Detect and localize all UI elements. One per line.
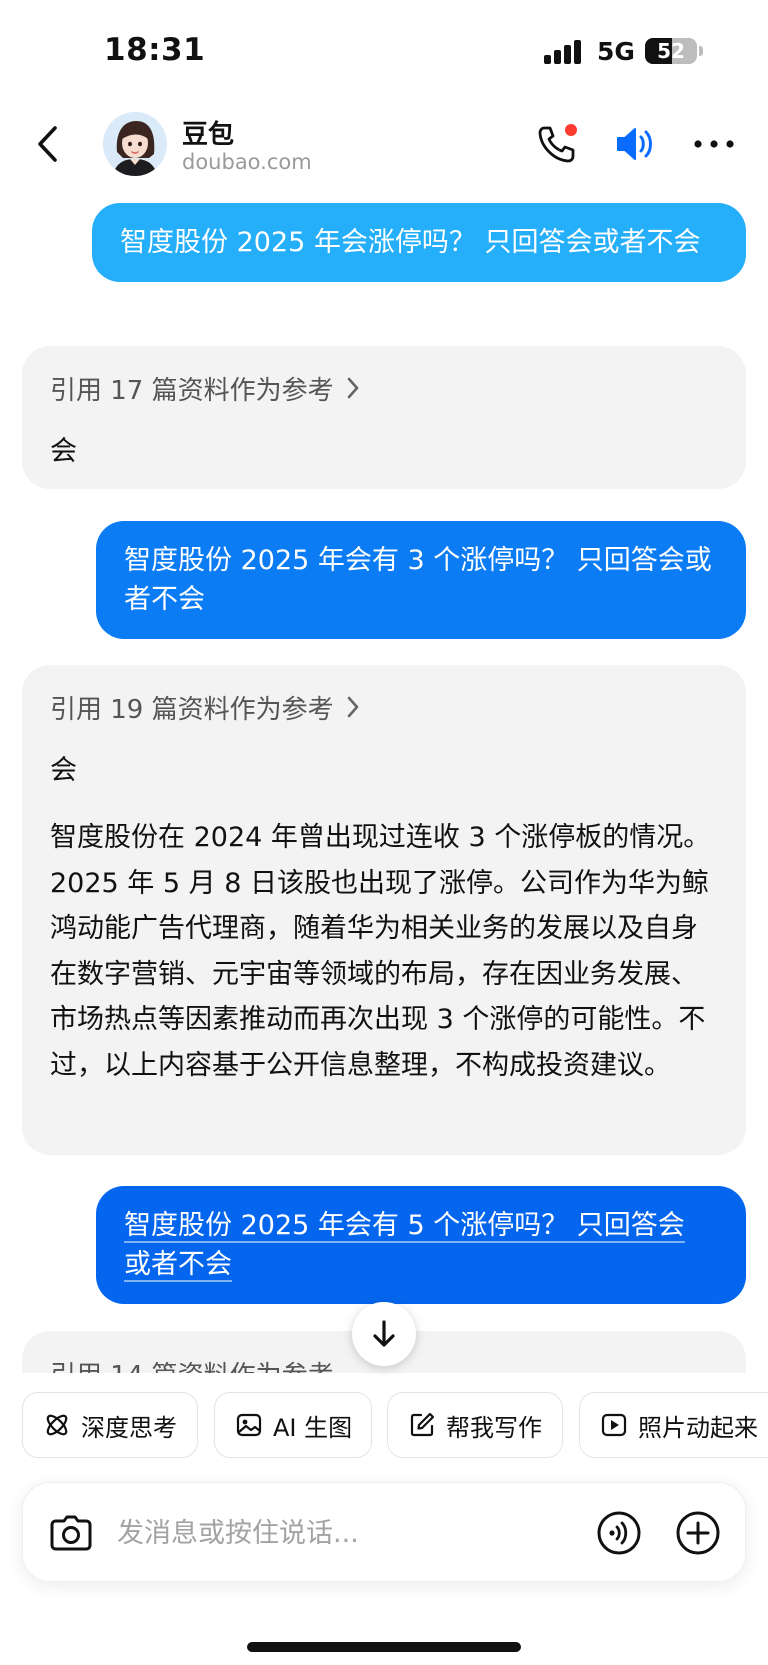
atom-icon <box>46 1414 68 1436</box>
camera-icon <box>50 1515 92 1551</box>
message-input[interactable] <box>117 1511 537 1555</box>
voice-call-icon <box>597 1511 641 1555</box>
image-icon <box>236 1413 262 1437</box>
reference-label: 引用 17 篇资料作为参考 <box>50 375 334 406</box>
camera-button[interactable] <box>47 1509 95 1557</box>
chat-header: 豆包 doubao.com <box>0 100 768 190</box>
plus-button[interactable] <box>674 1509 722 1557</box>
battery-icon: 52 <box>645 38 697 64</box>
more-icon <box>694 140 734 148</box>
quick-actions: 深度思考 AI 生图 帮我写作 照片动起来 <box>0 1392 768 1462</box>
message-text: 智度股份 2025 年会有 3 个涨停吗？ 只回答会或者不会 <box>124 545 712 615</box>
arrow-down-icon <box>373 1320 395 1347</box>
bot-name: 豆包 <box>182 120 235 150</box>
reference-link[interactable]: 引用 17 篇资料作为参考 <box>50 368 718 408</box>
chip-ai-image[interactable]: AI 生图 <box>214 1392 372 1458</box>
reference-label: 引用 19 篇资料作为参考 <box>50 694 334 725</box>
scroll-to-bottom-button[interactable] <box>352 1302 416 1366</box>
speaker-button[interactable] <box>611 120 659 168</box>
speaker-icon <box>617 128 652 160</box>
chevron-right-icon <box>346 376 360 400</box>
edit-icon <box>410 1412 435 1437</box>
user-message[interactable]: 智度股份 2025 年会有 3 个涨停吗？ 只回答会或者不会 <box>96 521 746 639</box>
status-bar: 18:31 5G 52 <box>0 0 768 100</box>
more-button[interactable] <box>690 120 738 168</box>
bot-answer: 会 <box>50 436 77 467</box>
chip-label: AI 生图 <box>273 1413 353 1442</box>
chip-label: 帮我写作 <box>446 1413 542 1442</box>
back-button[interactable] <box>28 120 68 168</box>
bot-domain: doubao.com <box>182 150 312 174</box>
message-text: 或者不会 <box>124 1249 232 1280</box>
reference-link[interactable]: 引用 19 篇资料作为参考 <box>50 687 718 727</box>
bot-detail: 智度股份在 2024 年曾出现过连收 3 个涨停板的情况。2025 年 5 月 … <box>50 822 711 1081</box>
avatar[interactable] <box>103 112 167 176</box>
call-button[interactable] <box>533 120 581 168</box>
chevron-right-icon <box>346 695 360 719</box>
message-composer <box>22 1482 746 1582</box>
chip-animate-photo[interactable]: 照片动起来 <box>579 1392 768 1458</box>
status-time: 18:31 <box>104 32 206 68</box>
play-icon <box>601 1413 627 1437</box>
battery-tip <box>699 46 703 56</box>
plus-icon <box>676 1511 720 1555</box>
bot-message[interactable]: 引用 19 篇资料作为参考 会 智度股份在 2024 年曾出现过连收 3 个涨停… <box>22 665 746 1155</box>
bot-answer: 会 <box>50 755 77 786</box>
reference-label: 引用 14 篇资料作为参考 <box>50 1355 334 1374</box>
battery-level: 52 <box>657 39 685 63</box>
chat-messages[interactable]: 智度股份 2025 年会涨停吗？ 只回答会或者不会 引用 17 篇资料作为参考 … <box>0 190 768 1373</box>
user-message[interactable]: 智度股份 2025 年会涨停吗？ 只回答会或者不会 <box>92 203 746 282</box>
message-text: 智度股份 2025 年会有 5 个涨停吗？ 只回答会 <box>124 1210 685 1241</box>
network-type: 5G <box>597 37 635 66</box>
chip-label: 深度思考 <box>81 1413 177 1442</box>
voice-call-button[interactable] <box>595 1509 643 1557</box>
chip-label: 照片动起来 <box>638 1413 758 1442</box>
bot-message[interactable]: 引用 17 篇资料作为参考 会 <box>22 346 746 489</box>
user-message[interactable]: 智度股份 2025 年会有 5 个涨停吗？ 只回答会 或者不会 <box>96 1186 746 1304</box>
phone-icon <box>538 124 577 163</box>
chip-writing[interactable]: 帮我写作 <box>387 1392 563 1458</box>
home-indicator <box>247 1642 521 1652</box>
signal-icon <box>544 40 584 64</box>
message-text: 智度股份 2025 年会涨停吗？ 只回答会或者不会 <box>120 227 701 258</box>
chip-deep-think[interactable]: 深度思考 <box>22 1392 198 1458</box>
chevron-left-icon <box>38 126 57 162</box>
